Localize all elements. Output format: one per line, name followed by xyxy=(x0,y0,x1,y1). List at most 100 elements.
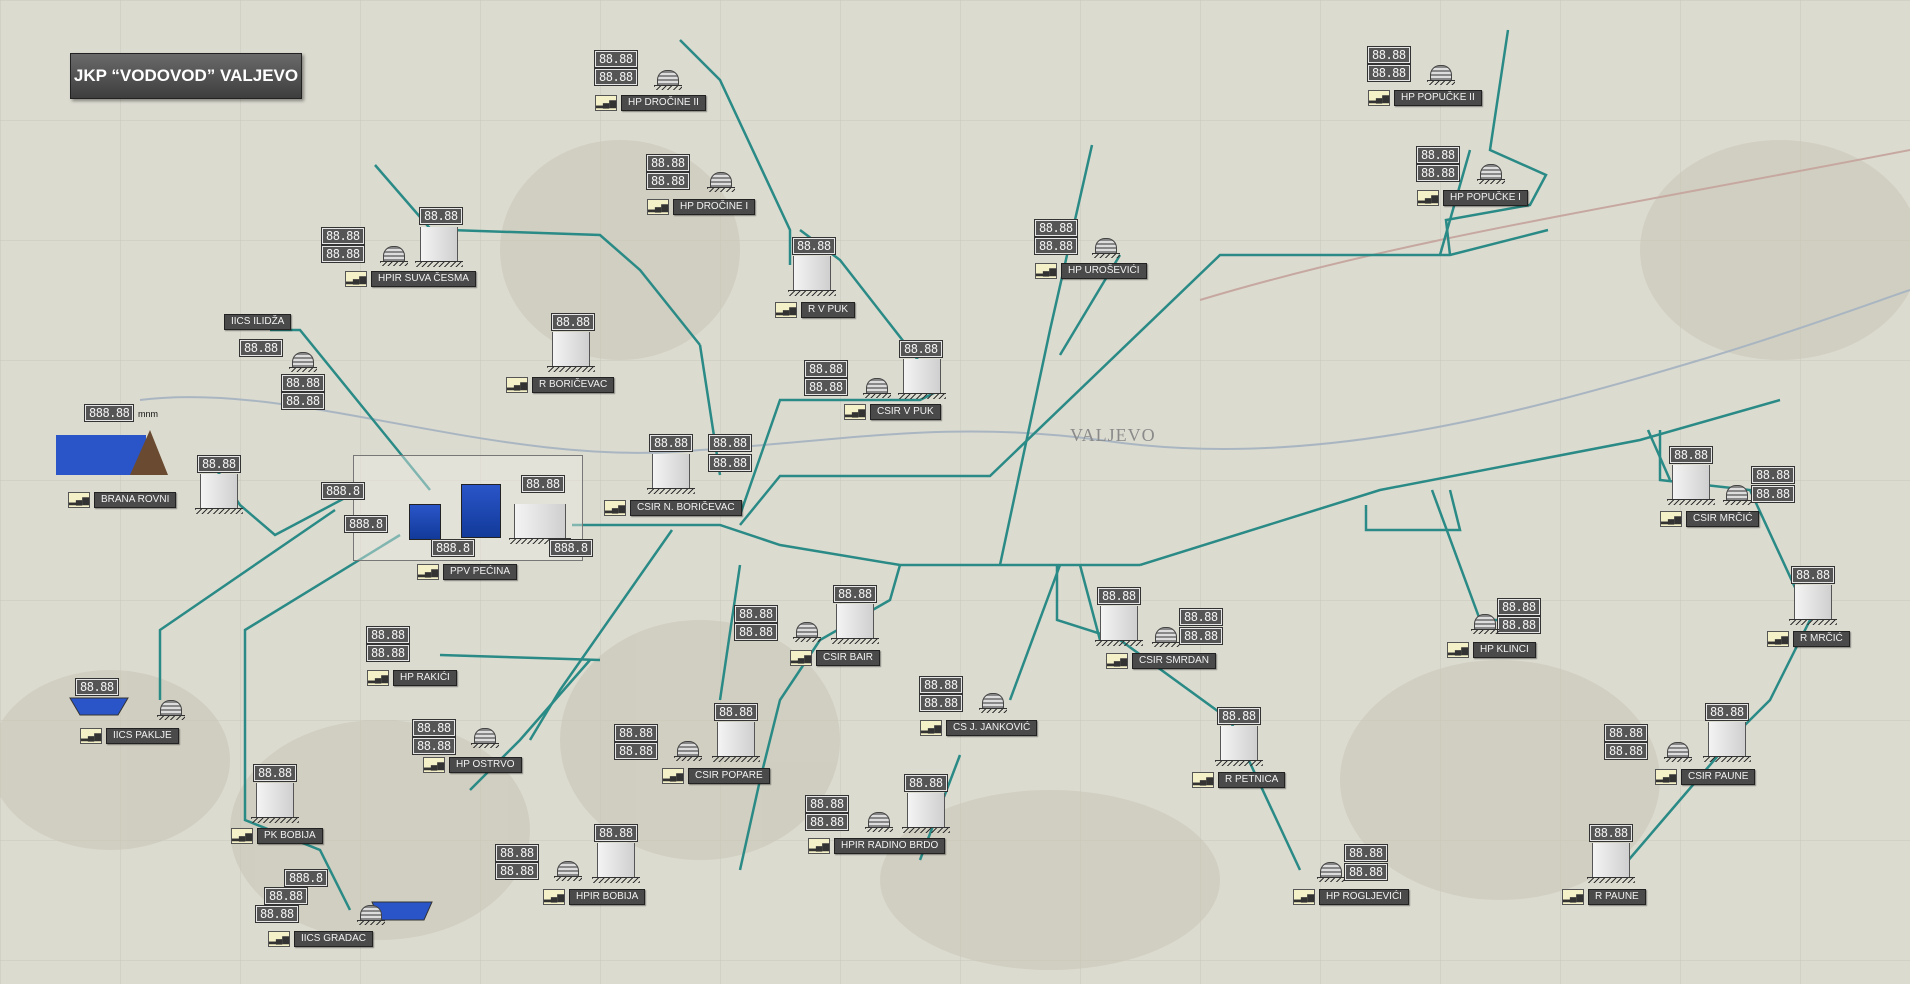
station-label: CSIR N. BORIČEVAC xyxy=(630,500,742,516)
flow-display: 88.88 xyxy=(1751,466,1795,484)
pump-icon xyxy=(1471,614,1499,634)
station-label: CSIR BAIR xyxy=(816,650,881,666)
reservoir-icon xyxy=(1703,722,1751,762)
signal-icon: ▂▄▆ xyxy=(1660,511,1682,527)
level-display: 88.88 xyxy=(833,585,877,603)
station-label: HP ROGLJEVIĆI xyxy=(1319,889,1409,905)
flow-display: 888.8 xyxy=(549,539,593,557)
flow-display: 888.8 xyxy=(431,539,475,557)
flow-display: 888.8 xyxy=(284,869,328,887)
reservoir-icon xyxy=(902,793,950,833)
signal-icon: ▂▄▆ xyxy=(231,828,253,844)
flow-display: 88.88 xyxy=(281,374,325,392)
signal-icon: ▂▄▆ xyxy=(844,404,866,420)
pressure-display: 88.88 xyxy=(1497,616,1541,634)
flow-display: 88.88 xyxy=(412,719,456,737)
pressure-display: 88.88 xyxy=(495,862,539,880)
flow-display: 88.88 xyxy=(1416,146,1460,164)
pressure-display: 88.88 xyxy=(255,905,299,923)
pump-icon xyxy=(674,741,702,761)
pump-icon xyxy=(793,622,821,642)
pump-icon xyxy=(380,246,408,266)
flow-display: 88.88 xyxy=(1497,598,1541,616)
reservoir-icon xyxy=(547,332,595,372)
station-label: HPIR SUVA ČESMA xyxy=(371,271,476,287)
flow-display: 88.88 xyxy=(804,360,848,378)
pressure-display: 88.88 xyxy=(646,172,690,190)
reservoir-icon xyxy=(898,359,946,399)
signal-icon: ▂▄▆ xyxy=(1192,772,1214,788)
signal-icon: ▂▄▆ xyxy=(1293,889,1315,905)
pressure-display: 88.88 xyxy=(1416,164,1460,182)
level-display: 88.88 xyxy=(904,774,948,792)
level-display: 88.88 xyxy=(899,340,943,358)
pressure-display: 88.88 xyxy=(1367,64,1411,82)
pressure-display: 88.88 xyxy=(366,644,410,662)
pressure-display: 88.88 xyxy=(1604,742,1648,760)
level-display: 88.88 xyxy=(1589,824,1633,842)
pressure-display: 88.88 xyxy=(1751,485,1795,503)
station-label: R PAUNE xyxy=(1588,889,1646,905)
signal-icon: ▂▄▆ xyxy=(423,757,445,773)
pressure-display: 88.88 xyxy=(804,378,848,396)
pressure-display: 88.88 xyxy=(264,887,308,905)
station-label: HP DROČINE I xyxy=(673,199,756,215)
pressure-display: 88.88 xyxy=(805,813,849,831)
flow-display: 88.88 xyxy=(708,434,752,452)
station-label: CSIR SMRDAN xyxy=(1132,653,1217,669)
pump-icon xyxy=(1317,862,1345,882)
station-label: CSIR PAUNE xyxy=(1681,769,1756,785)
station-label: IICS PAKLJE xyxy=(106,728,179,744)
pump-icon xyxy=(289,352,317,372)
city-label-valjevo: VALJEVO xyxy=(1070,425,1156,445)
signal-icon: ▂▄▆ xyxy=(367,670,389,686)
station-label: CS J. JANKOVIĆ xyxy=(946,720,1038,736)
signal-icon: ▂▄▆ xyxy=(1035,263,1057,279)
station-label: HP OSTRVO xyxy=(449,757,522,773)
signal-icon: ▂▄▆ xyxy=(920,720,942,736)
station-label: HP RAKIĆI xyxy=(393,670,457,686)
pump-icon xyxy=(1664,742,1692,762)
level-display: 88.88 xyxy=(649,434,693,452)
level-display: 88.88 xyxy=(594,824,638,842)
flow-display: 888.8 xyxy=(321,482,365,500)
station-label: CSIR V PUK xyxy=(870,404,941,420)
reservoir-icon xyxy=(788,256,836,296)
pressure-display: 88.88 xyxy=(708,454,752,472)
pressure-display: 88.88 xyxy=(281,392,325,410)
filter-basin-2 xyxy=(461,484,501,538)
pressure-display: 88.88 xyxy=(919,694,963,712)
station-label: R V PUK xyxy=(801,302,856,318)
signal-icon: ▂▄▆ xyxy=(1562,889,1584,905)
signal-icon: ▂▄▆ xyxy=(1655,769,1677,785)
level-display: 88.88 xyxy=(521,475,565,493)
station-label: HP KLINCI xyxy=(1473,642,1536,658)
signal-icon: ▂▄▆ xyxy=(1447,642,1469,658)
pump-icon xyxy=(707,172,735,192)
reservoir-icon xyxy=(1215,726,1263,766)
reservoir-icon xyxy=(592,843,640,883)
pump-icon xyxy=(157,700,185,720)
station-label: PK BOBIJA xyxy=(257,828,323,844)
signal-icon: ▂▄▆ xyxy=(543,889,565,905)
reservoir-icon xyxy=(251,783,299,823)
signal-icon: ▂▄▆ xyxy=(345,271,367,287)
flow-display: 88.88 xyxy=(495,844,539,862)
pressure-display: 88.88 xyxy=(734,623,778,641)
flow-display: 88.88 xyxy=(1179,608,1223,626)
level-display: 88.88 xyxy=(1791,566,1835,584)
pressure-display: 88.88 xyxy=(594,68,638,86)
level-display: 88.88 xyxy=(714,703,758,721)
station-label: HP POPUČKE II xyxy=(1394,90,1482,106)
paklje-basin xyxy=(69,697,129,716)
station-label: IICS GRADAC xyxy=(294,931,374,947)
station-label: IICS ILIDŽA xyxy=(224,314,292,330)
flow-display: 88.88 xyxy=(1034,219,1078,237)
level-display: 88.88 xyxy=(253,764,297,782)
flow-display: 88.88 xyxy=(366,626,410,644)
level-display: 88.88 xyxy=(1217,707,1261,725)
reservoir-icon xyxy=(1789,585,1837,625)
pump-icon xyxy=(1477,164,1505,184)
level-display: 88.88 xyxy=(1097,587,1141,605)
pump-icon xyxy=(979,693,1007,713)
